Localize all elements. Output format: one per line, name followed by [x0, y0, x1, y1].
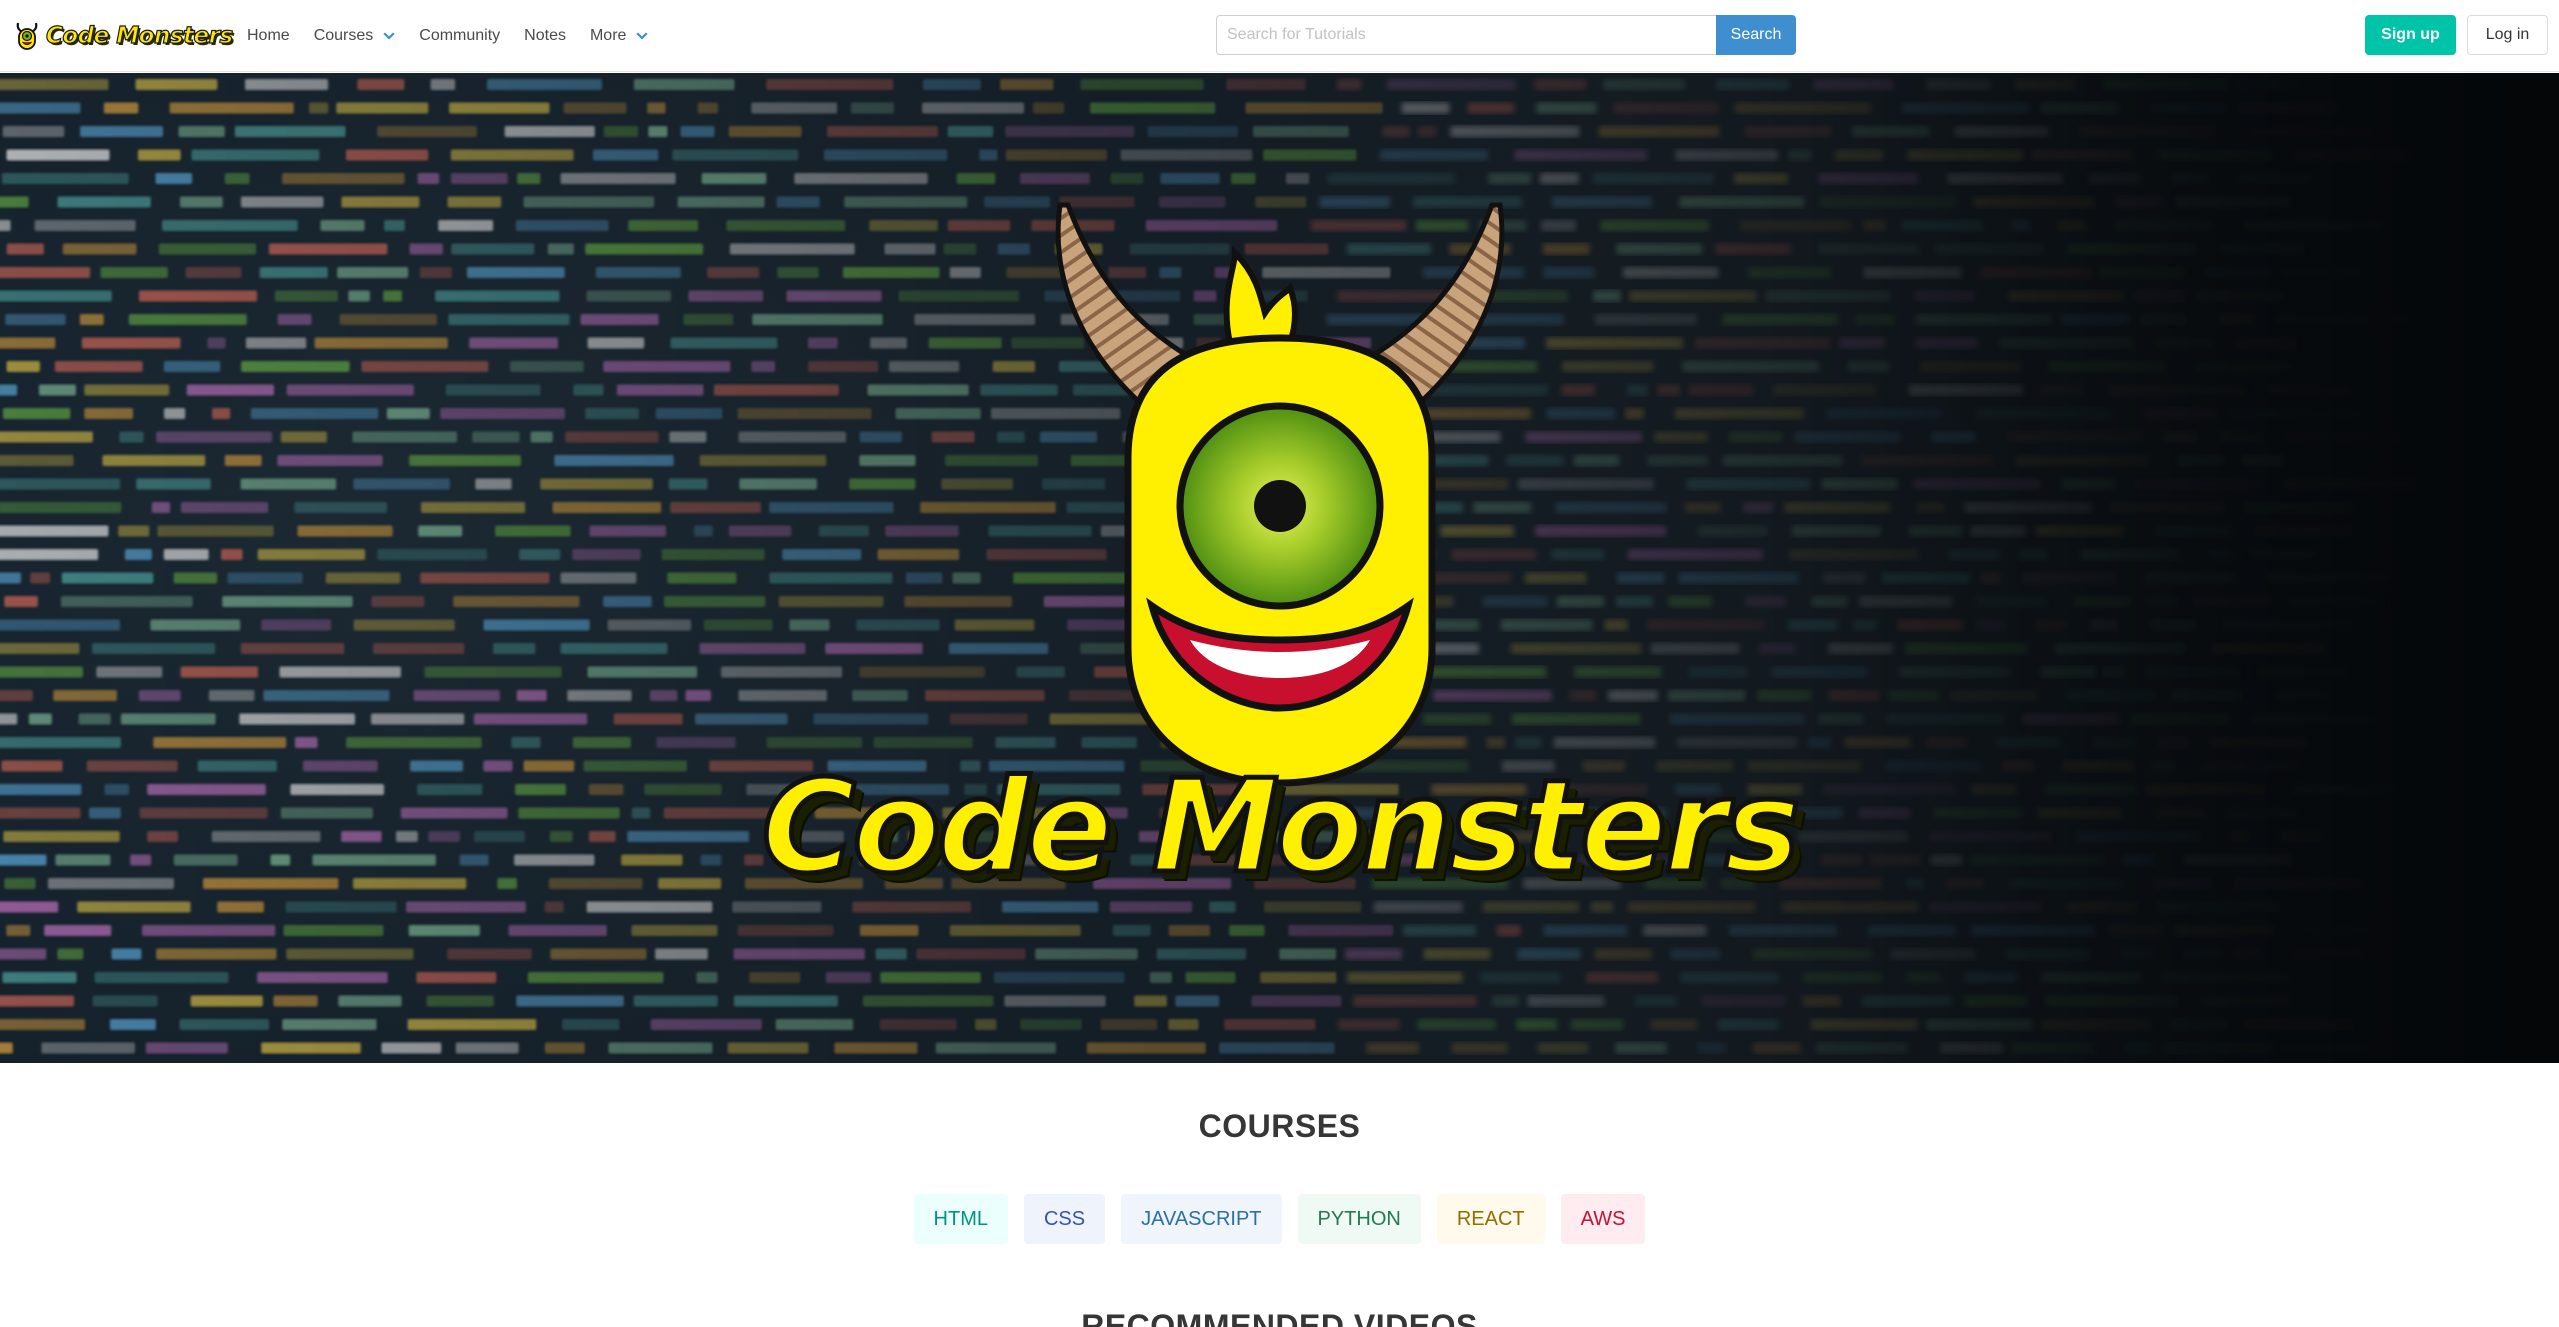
nav-notes-label: Notes: [524, 27, 566, 44]
chevron-down-icon: [636, 32, 648, 40]
brand-logo[interactable]: Code Monsters: [14, 18, 234, 54]
course-tag-html[interactable]: HTML: [913, 1194, 1008, 1244]
courses-heading: COURSES: [1198, 1108, 1361, 1144]
nav-links: Home Courses Community Notes More: [235, 0, 660, 72]
brand-name: Code Monsters: [45, 22, 233, 49]
nav-home-label: Home: [247, 27, 290, 44]
nav-more-label: More: [589, 27, 627, 44]
hero-title: Code Monsters: [759, 751, 1803, 905]
monster-mascot-illustration: [1055, 202, 1505, 787]
signup-button[interactable]: Sign up: [2365, 15, 2456, 55]
mascot-icon: [16, 22, 38, 50]
nav-courses-dropdown[interactable]: Courses: [302, 0, 408, 72]
navbar: Code Monsters Home Courses Community Not…: [0, 0, 2559, 72]
chevron-down-icon: [383, 32, 395, 40]
course-tags: HTML CSS JAVASCRIPT PYTHON REACT AWS: [0, 1194, 2559, 1244]
nav-courses-label: Courses: [313, 27, 374, 44]
course-tag-react[interactable]: REACT: [1436, 1194, 1545, 1244]
nav-notes[interactable]: Notes: [512, 0, 578, 72]
search-input[interactable]: [1216, 15, 1716, 55]
nav-community-label: Community: [419, 27, 501, 44]
recommended-videos-heading: RECOMMENDED VIDEOS: [1081, 1308, 1478, 1327]
nav-more-dropdown[interactable]: More: [578, 0, 660, 72]
search-button[interactable]: Search: [1716, 15, 1796, 55]
nav-home[interactable]: Home: [235, 0, 302, 72]
hero-banner: Code Monsters: [0, 73, 2559, 1063]
course-tag-css[interactable]: CSS: [1023, 1194, 1106, 1244]
login-button[interactable]: Log in: [2467, 15, 2548, 55]
course-tag-aws[interactable]: AWS: [1560, 1194, 1646, 1244]
search-form: Search: [1216, 15, 1796, 55]
course-tag-javascript[interactable]: JAVASCRIPT: [1121, 1194, 1282, 1244]
course-tag-python[interactable]: PYTHON: [1297, 1194, 1421, 1244]
nav-community[interactable]: Community: [407, 0, 512, 72]
